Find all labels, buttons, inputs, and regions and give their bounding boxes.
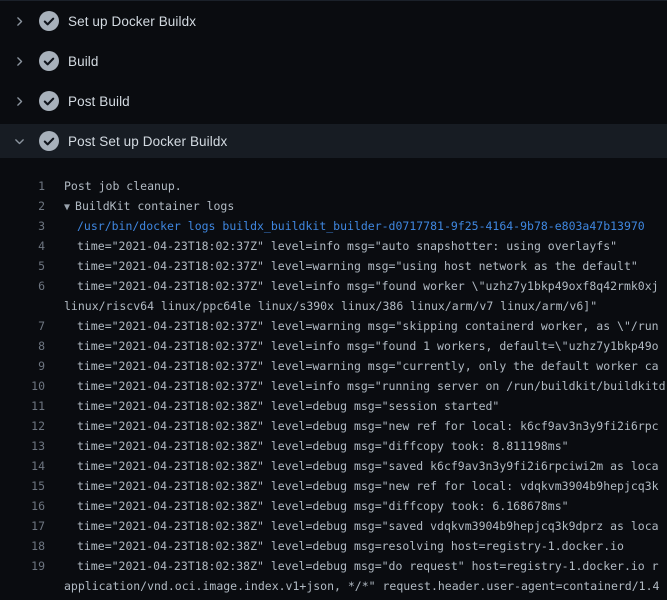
log-line-text: time="2021-04-23T18:02:38Z" level=debug … <box>45 516 667 536</box>
log-line: 18time="2021-04-23T18:02:38Z" level=debu… <box>0 536 667 556</box>
log-line-number[interactable]: 8 <box>0 336 45 356</box>
log-group-collapse-icon[interactable]: ▼ <box>64 198 70 216</box>
log-line-number[interactable]: 6 <box>0 276 45 296</box>
log-line-number[interactable]: 18 <box>0 536 45 556</box>
log-output: 1Post job cleanup.2 ▼ BuildKit container l… <box>0 160 667 600</box>
log-line-number[interactable]: 13 <box>0 436 45 456</box>
log-line-number <box>0 296 45 316</box>
workflow-log-viewer: Set up Docker Buildx Build Post Build Post … <box>0 0 667 600</box>
log-line-text: time="2021-04-23T18:02:37Z" level=info m… <box>45 376 667 396</box>
log-line-text: time="2021-04-23T18:02:38Z" level=debug … <box>45 496 667 516</box>
log-line-text: time="2021-04-23T18:02:37Z" level=warnin… <box>45 316 667 336</box>
log-line-number[interactable]: 11 <box>0 396 45 416</box>
log-line-number <box>0 576 45 596</box>
log-line-text: time="2021-04-23T18:02:38Z" level=debug … <box>45 536 667 556</box>
check-circle-icon <box>39 11 59 31</box>
log-line: 8time="2021-04-23T18:02:37Z" level=info … <box>0 336 667 356</box>
log-line: 13time="2021-04-23T18:02:38Z" level=debu… <box>0 436 667 456</box>
log-line-number[interactable]: 9 <box>0 356 45 376</box>
log-line: 15time="2021-04-23T18:02:38Z" level=debu… <box>0 476 667 496</box>
step-title: Build <box>68 54 99 69</box>
log-line: 5time="2021-04-23T18:02:37Z" level=warni… <box>0 256 667 276</box>
log-line-text: time="2021-04-23T18:02:37Z" level=info m… <box>45 236 667 256</box>
chevron-right-icon[interactable] <box>13 55 26 68</box>
log-line-number[interactable]: 4 <box>0 236 45 256</box>
log-line: 1Post job cleanup. <box>0 176 667 196</box>
log-line: 9time="2021-04-23T18:02:37Z" level=warni… <box>0 356 667 376</box>
log-line: 11time="2021-04-23T18:02:38Z" level=debu… <box>0 396 667 416</box>
log-line: 17time="2021-04-23T18:02:38Z" level=debu… <box>0 516 667 536</box>
log-line-number[interactable]: 7 <box>0 316 45 336</box>
log-command-text: /usr/bin/docker logs buildx_buildkit_bui… <box>45 216 667 236</box>
log-line-text: time="2021-04-23T18:02:38Z" level=debug … <box>45 456 667 476</box>
check-circle-icon <box>39 131 59 151</box>
log-line: 4time="2021-04-23T18:02:37Z" level=info … <box>0 236 667 256</box>
log-line-text: time="2021-04-23T18:02:37Z" level=warnin… <box>45 356 667 376</box>
log-line-number[interactable]: 1 <box>0 176 45 196</box>
log-line-text: time="2021-04-23T18:02:38Z" level=debug … <box>45 416 667 436</box>
log-line: 16time="2021-04-23T18:02:38Z" level=debu… <box>0 496 667 516</box>
chevron-right-icon[interactable] <box>13 15 26 28</box>
log-line-text: time="2021-04-23T18:02:38Z" level=debug … <box>45 596 667 600</box>
log-line-text: application/vnd.oci.image.index.v1+json,… <box>45 576 667 596</box>
step-header-post-build[interactable]: Post Build <box>0 81 667 121</box>
log-line-text: time="2021-04-23T18:02:37Z" level=info m… <box>45 276 667 296</box>
log-line-text: time="2021-04-23T18:02:37Z" level=warnin… <box>45 256 667 276</box>
log-line-text: Post job cleanup. <box>45 176 667 196</box>
log-line-text: linux/riscv64 linux/ppc64le linux/s390x … <box>45 296 667 316</box>
log-line: 7time="2021-04-23T18:02:37Z" level=warni… <box>0 316 667 336</box>
check-circle-icon <box>39 91 59 111</box>
log-line-number[interactable]: 20 <box>0 596 45 600</box>
step-header-build[interactable]: Build <box>0 41 667 81</box>
chevron-right-icon[interactable] <box>13 95 26 108</box>
log-line-text: time="2021-04-23T18:02:38Z" level=debug … <box>45 556 667 576</box>
log-line-number[interactable]: 3 <box>0 216 45 236</box>
log-line-text: time="2021-04-23T18:02:37Z" level=info m… <box>45 336 667 356</box>
log-line-text: time="2021-04-23T18:02:38Z" level=debug … <box>45 436 667 456</box>
log-line-number[interactable]: 10 <box>0 376 45 396</box>
log-line: 10time="2021-04-23T18:02:37Z" level=info… <box>0 376 667 396</box>
log-line: 2 ▼ BuildKit container logs <box>0 196 667 216</box>
log-line-number[interactable]: 19 <box>0 556 45 576</box>
log-line-number[interactable]: 2 <box>0 196 45 216</box>
step-header-set-up-docker-buildx[interactable]: Set up Docker Buildx <box>0 1 667 41</box>
log-line-number[interactable]: 12 <box>0 416 45 436</box>
log-line-text: time="2021-04-23T18:02:38Z" level=debug … <box>45 476 667 496</box>
chevron-down-icon[interactable] <box>13 135 26 148</box>
step-title: Set up Docker Buildx <box>68 14 196 29</box>
log-group-title[interactable]: BuildKit container logs <box>75 199 234 213</box>
log-line: application/vnd.oci.image.index.v1+json,… <box>0 576 667 596</box>
log-line-number[interactable]: 16 <box>0 496 45 516</box>
step-title: Post Build <box>68 94 130 109</box>
step-header-post-set-up-docker-buildx[interactable]: Post Set up Docker Buildx <box>0 124 667 158</box>
log-line-number[interactable]: 14 <box>0 456 45 476</box>
log-line-text[interactable]: ▼ BuildKit container logs <box>45 196 667 216</box>
log-line-number[interactable]: 15 <box>0 476 45 496</box>
log-line: 3/usr/bin/docker logs buildx_buildkit_bu… <box>0 216 667 236</box>
log-line-text: time="2021-04-23T18:02:38Z" level=debug … <box>45 396 667 416</box>
log-line: 12time="2021-04-23T18:02:38Z" level=debu… <box>0 416 667 436</box>
log-line: linux/riscv64 linux/ppc64le linux/s390x … <box>0 296 667 316</box>
log-line: 14time="2021-04-23T18:02:38Z" level=debu… <box>0 456 667 476</box>
log-line-number[interactable]: 17 <box>0 516 45 536</box>
log-line: 20time="2021-04-23T18:02:38Z" level=debu… <box>0 596 667 600</box>
log-line: 19time="2021-04-23T18:02:38Z" level=debu… <box>0 556 667 576</box>
step-title: Post Set up Docker Buildx <box>68 134 227 149</box>
check-circle-icon <box>39 51 59 71</box>
log-line-number[interactable]: 5 <box>0 256 45 276</box>
step-list: Set up Docker Buildx Build Post Build Post … <box>0 1 667 158</box>
log-line: 6time="2021-04-23T18:02:37Z" level=info … <box>0 276 667 296</box>
